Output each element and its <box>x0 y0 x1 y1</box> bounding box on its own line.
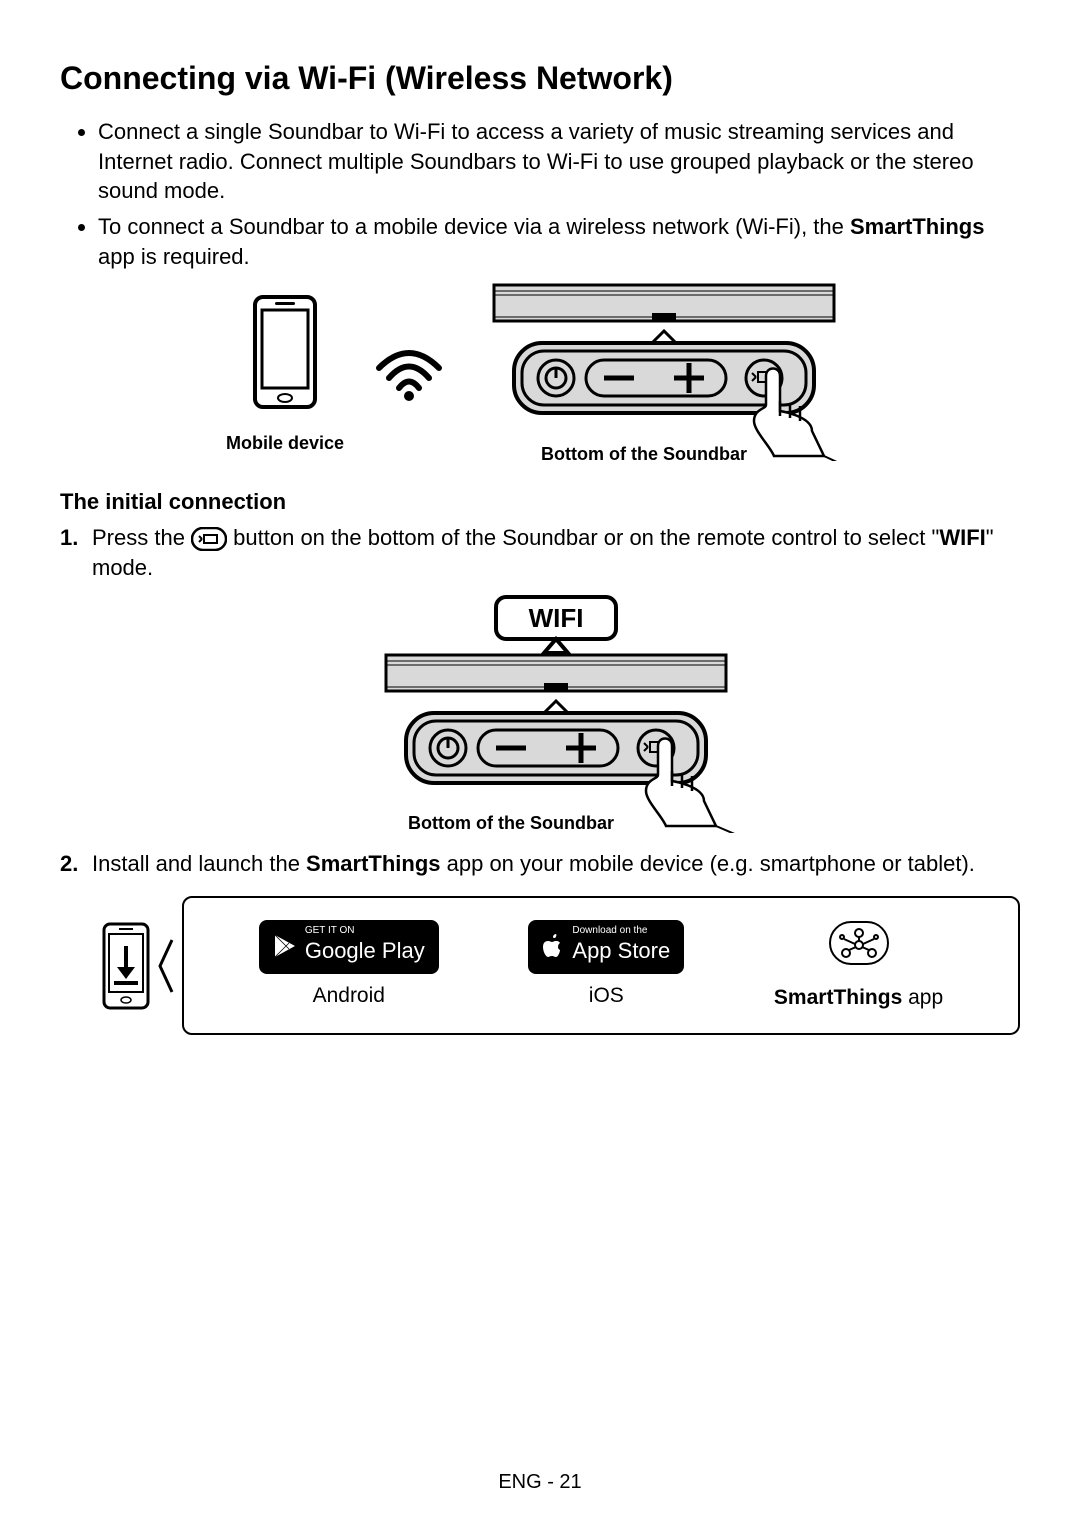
google-play-icon <box>273 933 297 959</box>
connection-diagram: Mobile device <box>60 281 1020 465</box>
step-2: Install and launch the SmartThings app o… <box>92 849 1020 1035</box>
wifi-mode-diagram: WIFI <box>366 593 746 833</box>
intro-bullets: Connect a single Soundbar to Wi-Fi to ac… <box>60 117 1020 271</box>
download-phone-icon <box>100 921 174 1011</box>
apple-icon <box>542 933 564 959</box>
mobile-device-icon <box>235 292 335 422</box>
app-store-badge: Download on the App Store <box>528 920 684 974</box>
ios-label: iOS <box>528 982 684 1010</box>
smartthings-icon <box>824 918 894 968</box>
initial-connection-heading: The initial connection <box>60 489 1020 515</box>
soundbar-diagram <box>474 281 854 461</box>
mobile-device-label: Mobile device <box>226 433 344 454</box>
google-play-col: GET IT ON Google Play Android <box>259 920 439 1010</box>
bullet-1: Connect a single Soundbar to Wi-Fi to ac… <box>98 117 1020 206</box>
android-label: Android <box>259 982 439 1010</box>
page-footer: ENG - 21 <box>0 1471 1080 1494</box>
app-store-row: GET IT ON Google Play Android <box>182 896 1020 1034</box>
smartthings-label: SmartThings app <box>774 984 943 1012</box>
step-1: Press the button on the bottom of the So… <box>92 523 1020 834</box>
page-title: Connecting via Wi-Fi (Wireless Network) <box>60 60 1020 97</box>
google-play-badge: GET IT ON Google Play <box>259 920 439 974</box>
bullet-2: To connect a Soundbar to a mobile device… <box>98 212 1020 271</box>
source-button-icon <box>191 527 227 551</box>
app-store-col: Download on the App Store iOS <box>528 920 684 1010</box>
smartthings-col: SmartThings app <box>774 918 943 1012</box>
wifi-icon <box>374 343 444 403</box>
svg-text:WIFI: WIFI <box>529 603 584 633</box>
soundbar-bottom-label-2: Bottom of the Soundbar <box>2 811 1020 835</box>
